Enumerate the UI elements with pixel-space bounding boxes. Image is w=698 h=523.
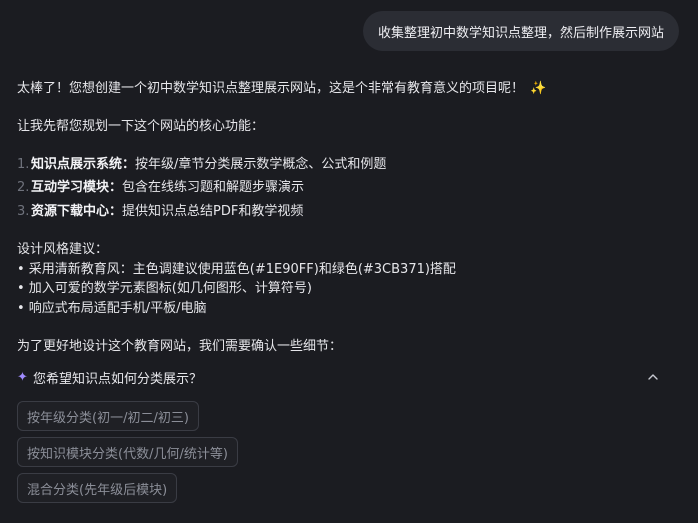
intro-text: 太棒了！您想创建一个初中数学知识点整理展示网站，这是个非常有教育意义的项目呢！: [17, 81, 525, 96]
design-title: 设计风格建议：: [17, 242, 109, 257]
option-label: 按年级分类(初一/初二/初三): [27, 410, 189, 426]
option-button-by-grade[interactable]: 按年级分类(初一/初二/初三): [17, 401, 199, 431]
user-message-text: 收集整理初中数学知识点整理，然后制作展示网站: [377, 25, 664, 41]
feature-item-3: 3. 资源下载中心：提供知识点总结PDF和教学视频: [17, 202, 303, 222]
feature-item-2: 2. 互动学习模块：包含在线练习题和解题步骤演示: [17, 178, 304, 198]
design-point-1: • 采用清新教育风：主色调建议使用蓝色(#1E90FF)和绿色(#3CB371)…: [17, 262, 456, 277]
feature-desc: 按年级/章节分类展示数学概念、公式和例题: [135, 157, 387, 172]
feature-desc: 提供知识点总结PDF和教学视频: [122, 204, 304, 219]
option-label: 按知识模块分类(代数/几何/统计等): [27, 446, 228, 462]
intro-line: 太棒了！您想创建一个初中数学知识点整理展示网站，这是个非常有教育意义的项目呢！ ✨: [17, 79, 546, 99]
feature-title: 资源下载中心：: [31, 204, 123, 219]
feature-desc: 包含在线练习题和解题步骤演示: [122, 180, 305, 195]
confirm-lead: 为了更好地设计这个教育网站，我们需要确认一些细节：: [17, 339, 343, 354]
sparkle-emoji-icon: ✨: [530, 81, 547, 96]
chevron-up-icon[interactable]: [645, 369, 661, 385]
question-text: 您希望知识点如何分类展示？: [33, 371, 203, 387]
plan-lead: 让我先帮您规划一下这个网站的核心功能：: [17, 119, 265, 134]
user-message-bubble: 收集整理初中数学知识点整理，然后制作展示网站: [362, 11, 679, 51]
feature-title: 知识点展示系统：: [31, 157, 136, 172]
feature-title: 互动学习模块：: [31, 180, 123, 195]
feature-item-1: 1. 知识点展示系统：按年级/章节分类展示数学概念、公式和例题: [17, 155, 386, 175]
option-button-by-module[interactable]: 按知识模块分类(代数/几何/统计等): [17, 437, 238, 467]
feature-number: 2.: [17, 180, 30, 195]
question-header[interactable]: ✦ 您希望知识点如何分类展示？: [17, 367, 669, 387]
sparkle-icon: ✦: [17, 369, 28, 385]
feature-number: 1.: [17, 157, 30, 172]
option-button-mixed[interactable]: 混合分类(先年级后模块): [17, 473, 178, 503]
feature-number: 3.: [17, 204, 30, 219]
option-label: 混合分类(先年级后模块): [27, 482, 168, 498]
design-point-3: • 响应式布局适配手机/平板/电脑: [17, 301, 207, 316]
design-point-2: • 加入可爱的数学元素图标(如几何图形、计算符号): [17, 281, 312, 296]
